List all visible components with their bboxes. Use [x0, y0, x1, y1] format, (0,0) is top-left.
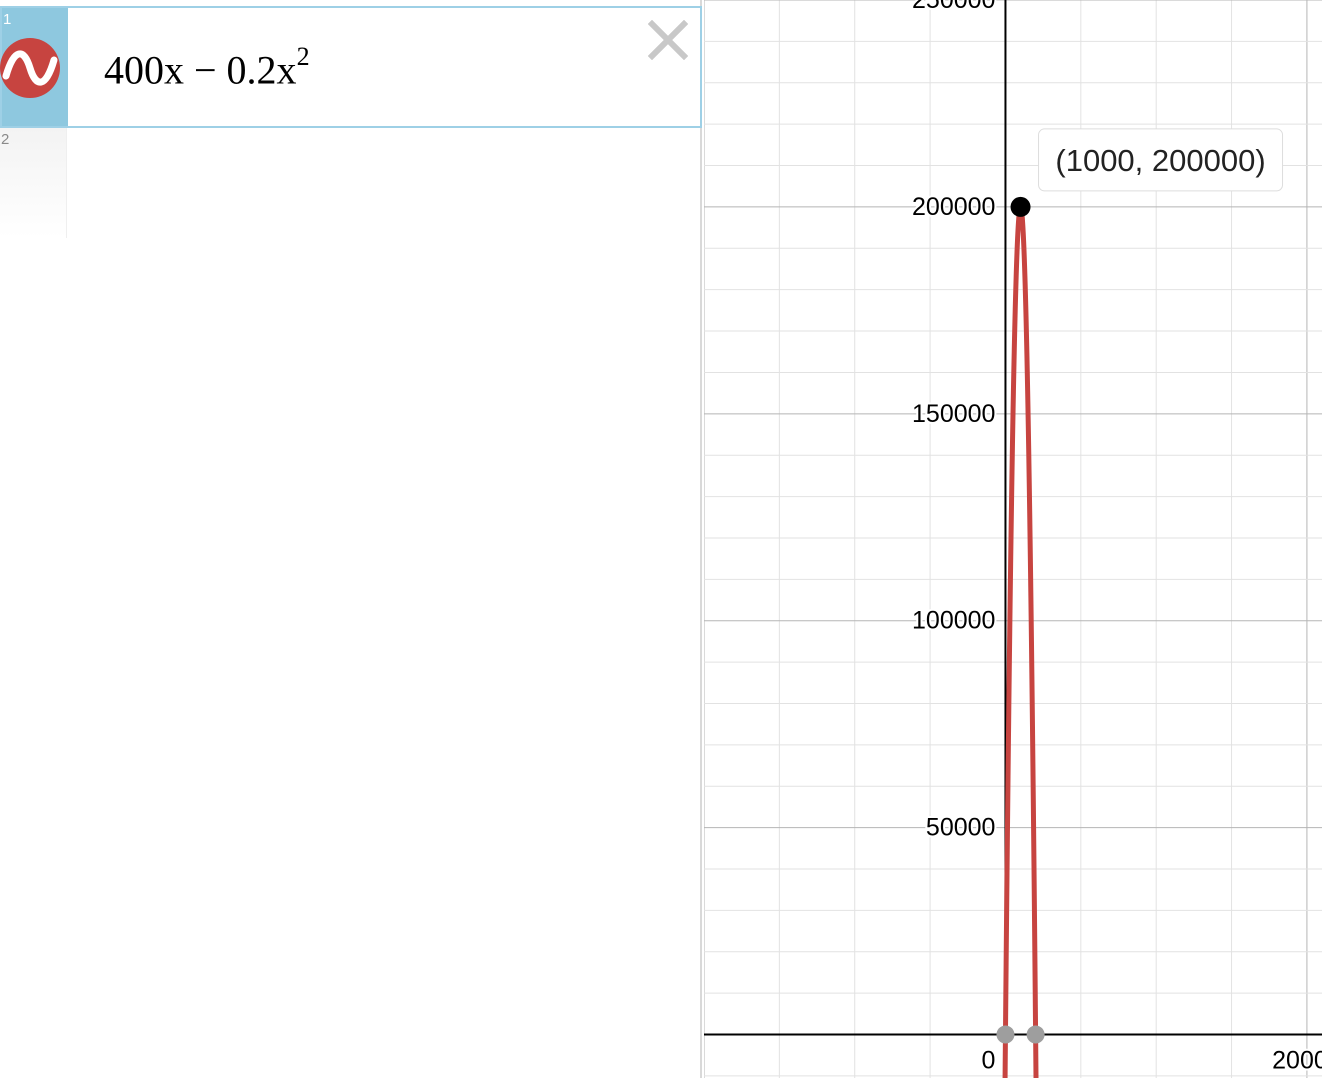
- y-tick-label: 50000: [926, 814, 996, 842]
- expression-exponent: 2: [296, 42, 310, 71]
- intercept-point: [996, 1025, 1015, 1044]
- x-tick-label: 0: [982, 1047, 996, 1075]
- point-label: (1000, 200000): [1055, 143, 1265, 178]
- y-tick-label: 100000: [912, 607, 995, 635]
- expression-input[interactable]: 400x − 0.2x2: [104, 42, 310, 93]
- expression-row[interactable]: 2: [0, 128, 702, 238]
- expression-text: 400x − 0.2x: [104, 47, 297, 93]
- expression-list: 1 400x − 0.2x2 2: [0, 0, 702, 1078]
- sine-wave-icon[interactable]: [0, 38, 60, 98]
- function-curve: [1002, 204, 1039, 1083]
- y-tick-label: 250000: [912, 0, 995, 14]
- vertex-point: [1010, 196, 1031, 217]
- y-tick-label: 200000: [912, 193, 995, 221]
- row-index: 1: [3, 11, 12, 28]
- intercept-point: [1026, 1025, 1045, 1044]
- x-tick-label: 20000: [1272, 1047, 1322, 1075]
- y-tick-label: 150000: [912, 400, 995, 428]
- row-index: 2: [1, 131, 10, 148]
- graph-paper[interactable]: 50000 100000 150000 200000 250000 0 20000 (1000…: [703, 0, 1322, 1083]
- graph-canvas[interactable]: 50000 100000 150000 200000 250000 0 20000 (1000…: [703, 0, 1322, 1083]
- expression-gutter: 1: [0, 8, 68, 126]
- expression-row[interactable]: 1 400x − 0.2x2: [0, 6, 702, 128]
- expression-gutter: 2: [0, 128, 67, 238]
- close-icon[interactable]: [647, 19, 689, 61]
